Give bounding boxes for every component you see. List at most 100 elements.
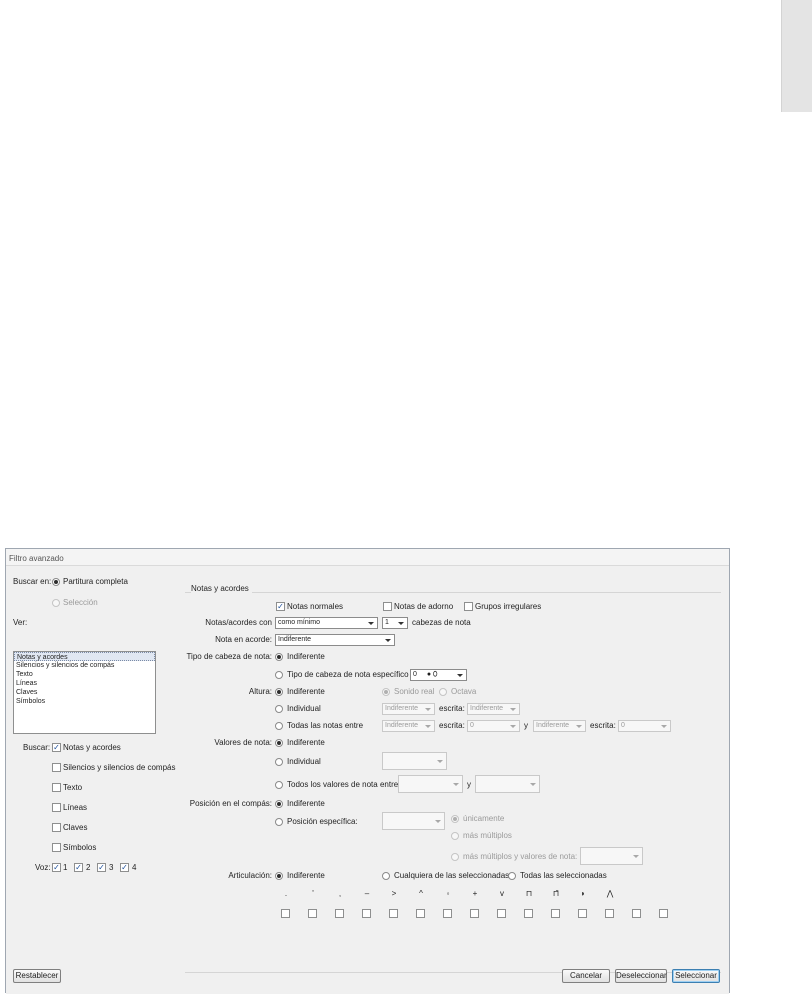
- articulation-checkbox[interactable]: [605, 909, 614, 918]
- articulation-checkbox[interactable]: [578, 909, 587, 918]
- position-any-radio[interactable]: [275, 800, 283, 808]
- view-list-item[interactable]: Texto: [14, 670, 155, 679]
- view-list-item[interactable]: Líneas: [14, 679, 155, 688]
- notehead-specific-select[interactable]: 0 ● ⬯: [410, 669, 467, 681]
- pitch-single-written-select[interactable]: Indiferente: [467, 703, 520, 715]
- durations-any-radio[interactable]: [275, 739, 283, 747]
- voice-4-checkbox[interactable]: ✓: [120, 863, 129, 872]
- find-notes-label: Notas y acordes: [63, 743, 121, 752]
- chords-with-mode-select[interactable]: como mínimo: [275, 617, 378, 629]
- articulation-checkbox[interactable]: [308, 909, 317, 918]
- pitch-between-to-written-select[interactable]: 0: [618, 720, 671, 732]
- deselect-button[interactable]: Deseleccionar: [615, 969, 667, 983]
- articulation-checkbox[interactable]: [335, 909, 344, 918]
- notehead-count-select[interactable]: 1: [382, 617, 408, 629]
- pitch-single-select[interactable]: Indiferente: [382, 703, 435, 715]
- find-symbols-checkbox[interactable]: [52, 843, 61, 852]
- view-list-item[interactable]: Símbolos: [14, 697, 155, 706]
- advanced-filter-dialog: Filtro avanzado Buscar en: Partitura com…: [5, 548, 730, 994]
- position-specific-select[interactable]: [382, 812, 445, 830]
- articulation-symbol-icon: v: [500, 889, 504, 898]
- normal-notes-checkbox[interactable]: ✓: [276, 602, 285, 611]
- durations-single-select[interactable]: [382, 752, 447, 770]
- view-list-item[interactable]: Claves: [14, 688, 155, 697]
- articulation-symbol-icon: ◦: [446, 889, 450, 898]
- voice-1-checkbox[interactable]: ✓: [52, 863, 61, 872]
- pitch-label: Altura:: [248, 687, 272, 696]
- cancel-button[interactable]: Cancelar: [562, 969, 610, 983]
- durations-between-to-select[interactable]: [475, 775, 540, 793]
- articulation-checkbox[interactable]: [443, 909, 452, 918]
- articulation-checkbox[interactable]: [524, 909, 533, 918]
- pitch-between-to-select[interactable]: Indiferente: [533, 720, 586, 732]
- side-panel-tab[interactable]: [781, 0, 812, 112]
- articulation-checkbox[interactable]: [416, 909, 425, 918]
- view-list-item[interactable]: Notas y acordes: [14, 652, 155, 661]
- find-clefs-label: Claves: [63, 823, 88, 832]
- pitch-between-from-written-select[interactable]: 0: [467, 720, 520, 732]
- articulation-any-selected-radio[interactable]: [382, 872, 390, 880]
- find-lines-checkbox[interactable]: [52, 803, 61, 812]
- position-specific-radio[interactable]: [275, 818, 283, 826]
- voice-2-checkbox[interactable]: ✓: [74, 863, 83, 872]
- durations-single-radio[interactable]: [275, 758, 283, 766]
- note-in-chord-select[interactable]: Indiferente: [275, 634, 395, 646]
- notehead-specific-label: Tipo de cabeza de nota específico: [287, 670, 409, 679]
- voice-3-checkbox[interactable]: ✓: [97, 863, 106, 872]
- sound-real-label: Sonido real: [394, 687, 435, 696]
- notehead-specific-radio[interactable]: [275, 671, 283, 679]
- articulation-checkbox[interactable]: [389, 909, 398, 918]
- reset-button[interactable]: Restablecer: [13, 969, 61, 983]
- pitch-any-radio[interactable]: [275, 688, 283, 696]
- octave-label: Octava: [451, 687, 477, 696]
- find-rests-checkbox[interactable]: [52, 763, 61, 772]
- chords-with-label: Notas/acordes con: [205, 618, 272, 627]
- find-text-checkbox[interactable]: [52, 783, 61, 792]
- find-rests-label: Silencios y silencios de compás: [63, 763, 176, 772]
- durations-between-radio[interactable]: [275, 781, 283, 789]
- notehead-any-radio[interactable]: [275, 653, 283, 661]
- position-only-radio[interactable]: [451, 815, 459, 823]
- grace-notes-checkbox[interactable]: [383, 602, 392, 611]
- voice-4-label: 4: [132, 863, 137, 872]
- position-multiples-values-radio[interactable]: [451, 853, 459, 861]
- find-notes-checkbox[interactable]: ✓: [52, 743, 61, 752]
- select-button[interactable]: Seleccionar: [672, 969, 720, 983]
- sound-real-radio[interactable]: [382, 688, 390, 696]
- position-multiples-radio[interactable]: [451, 832, 459, 840]
- articulation-all-selected-radio[interactable]: [508, 872, 516, 880]
- articulation-checkbox[interactable]: [362, 909, 371, 918]
- view-list-item[interactable]: Silencios y silencios de compás: [14, 661, 155, 670]
- articulation-checkbox[interactable]: [497, 909, 506, 918]
- articulation-checkbox[interactable]: [470, 909, 479, 918]
- noteheads-suffix-label: cabezas de nota: [412, 618, 471, 627]
- articulation-checkbox[interactable]: [632, 909, 641, 918]
- articulation-checkbox[interactable]: [281, 909, 290, 918]
- pitch-between-to-value: Indiferente: [536, 722, 570, 729]
- articulation-symbol-icon: ⊓: [525, 889, 533, 898]
- notehead-type-label: Tipo de cabeza de nota:: [186, 652, 272, 661]
- view-listbox[interactable]: Notas y acordes Silencios y silencios de…: [13, 651, 156, 734]
- find-symbols-label: Símbolos: [63, 843, 97, 852]
- articulation-symbol-icon: –: [364, 889, 370, 898]
- find-clefs-checkbox[interactable]: [52, 823, 61, 832]
- pitch-single-written-value: Indiferente: [470, 705, 504, 712]
- pitch-any-label: Indiferente: [287, 687, 325, 696]
- durations-label: Valores de nota:: [214, 738, 272, 747]
- articulation-checkbox[interactable]: [551, 909, 560, 918]
- search-in-selection-radio[interactable]: [52, 599, 60, 607]
- articulation-symbol-icon: ': [312, 889, 314, 898]
- pitch-between-from-written-label: escrita:: [439, 721, 465, 730]
- articulation-checkbox[interactable]: [659, 909, 668, 918]
- articulation-any-radio[interactable]: [275, 872, 283, 880]
- durations-between-from-select[interactable]: [398, 775, 463, 793]
- octave-radio[interactable]: [439, 688, 447, 696]
- pitch-between-radio[interactable]: [275, 722, 283, 730]
- search-in-whole-score-radio[interactable]: [52, 578, 60, 586]
- pitch-single-radio[interactable]: [275, 705, 283, 713]
- pitch-between-from-select[interactable]: Indiferente: [382, 720, 435, 732]
- position-multiples-values-select[interactable]: [580, 847, 643, 865]
- articulation-symbol-icon: [632, 889, 642, 899]
- tuplets-checkbox[interactable]: [464, 602, 473, 611]
- view-label: Ver:: [13, 618, 28, 627]
